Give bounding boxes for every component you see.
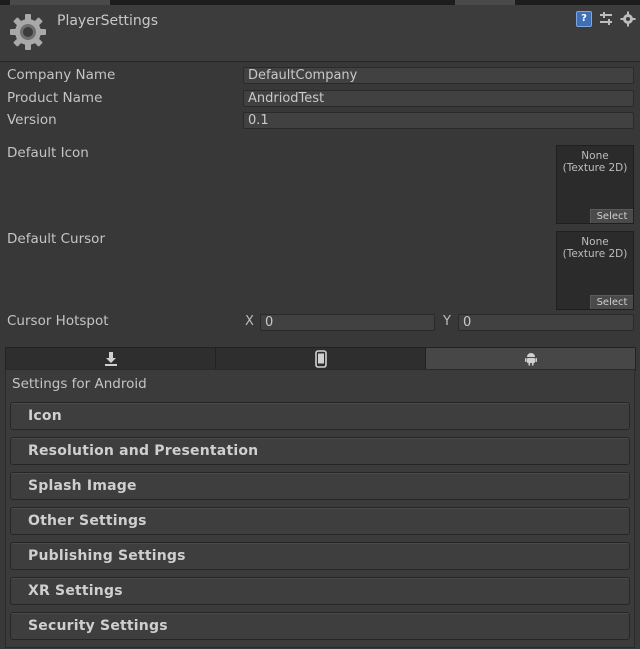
- android-icon: [524, 353, 537, 366]
- product-name-label: Product Name: [7, 90, 103, 106]
- texture-type-text: (Texture 2D): [562, 162, 628, 174]
- section-label: Security Settings: [28, 618, 168, 634]
- company-name-label: Company Name: [7, 67, 116, 83]
- phone-icon: [314, 350, 327, 368]
- default-icon-label: Default Icon: [7, 145, 89, 161]
- hotspot-x-label: X: [245, 314, 254, 329]
- tab-android[interactable]: [426, 348, 635, 370]
- presets-icon[interactable]: [598, 11, 614, 27]
- section-label: XR Settings: [28, 583, 123, 599]
- hotspot-y-label: Y: [443, 314, 451, 329]
- texture-none-text: None: [581, 236, 609, 248]
- section-other-settings[interactable]: Other Settings: [10, 507, 630, 535]
- platform-tabs: [5, 347, 636, 371]
- hotspot-y-field[interactable]: 0: [458, 314, 634, 331]
- help-icon[interactable]: ?: [576, 11, 592, 27]
- section-resolution-and-presentation[interactable]: Resolution and Presentation: [10, 437, 630, 465]
- section-label: Icon: [28, 408, 62, 424]
- section-publishing-settings[interactable]: Publishing Settings: [10, 542, 630, 570]
- section-label: Other Settings: [28, 513, 147, 529]
- window-title: PlayerSettings: [57, 13, 158, 29]
- section-security-settings[interactable]: Security Settings: [10, 612, 630, 640]
- version-label: Version: [7, 112, 57, 128]
- cursor-hotspot-label: Cursor Hotspot: [7, 313, 109, 329]
- version-field[interactable]: 0.1: [243, 112, 634, 129]
- select-button[interactable]: Select: [590, 295, 633, 309]
- texture-none-text: None: [581, 150, 609, 162]
- texture-type-text: (Texture 2D): [562, 248, 628, 260]
- hotspot-x-field[interactable]: 0: [260, 314, 435, 331]
- section-label: Splash Image: [28, 478, 137, 494]
- section-label: Publishing Settings: [28, 548, 186, 564]
- default-cursor-texture-field[interactable]: None (Texture 2D) Select: [556, 231, 634, 310]
- section-xr-settings[interactable]: XR Settings: [10, 577, 630, 605]
- product-name-field[interactable]: AndriodTest: [243, 90, 634, 107]
- company-name-field[interactable]: DefaultCompany: [243, 67, 634, 84]
- inspector-header: PlayerSettings ?: [0, 5, 640, 62]
- section-label: Resolution and Presentation: [28, 443, 259, 459]
- gear-icon[interactable]: [620, 11, 636, 27]
- tab-ios[interactable]: [216, 348, 426, 370]
- default-cursor-label: Default Cursor: [7, 231, 105, 247]
- default-icon-texture-field[interactable]: None (Texture 2D) Select: [556, 145, 634, 224]
- section-splash-image[interactable]: Splash Image: [10, 472, 630, 500]
- settings-title: Settings for Android: [12, 376, 147, 392]
- section-icon[interactable]: Icon: [10, 402, 630, 430]
- select-button[interactable]: Select: [590, 209, 633, 223]
- settings-gear-icon: [10, 14, 46, 50]
- download-icon: [104, 352, 117, 366]
- tab-standalone[interactable]: [6, 348, 216, 370]
